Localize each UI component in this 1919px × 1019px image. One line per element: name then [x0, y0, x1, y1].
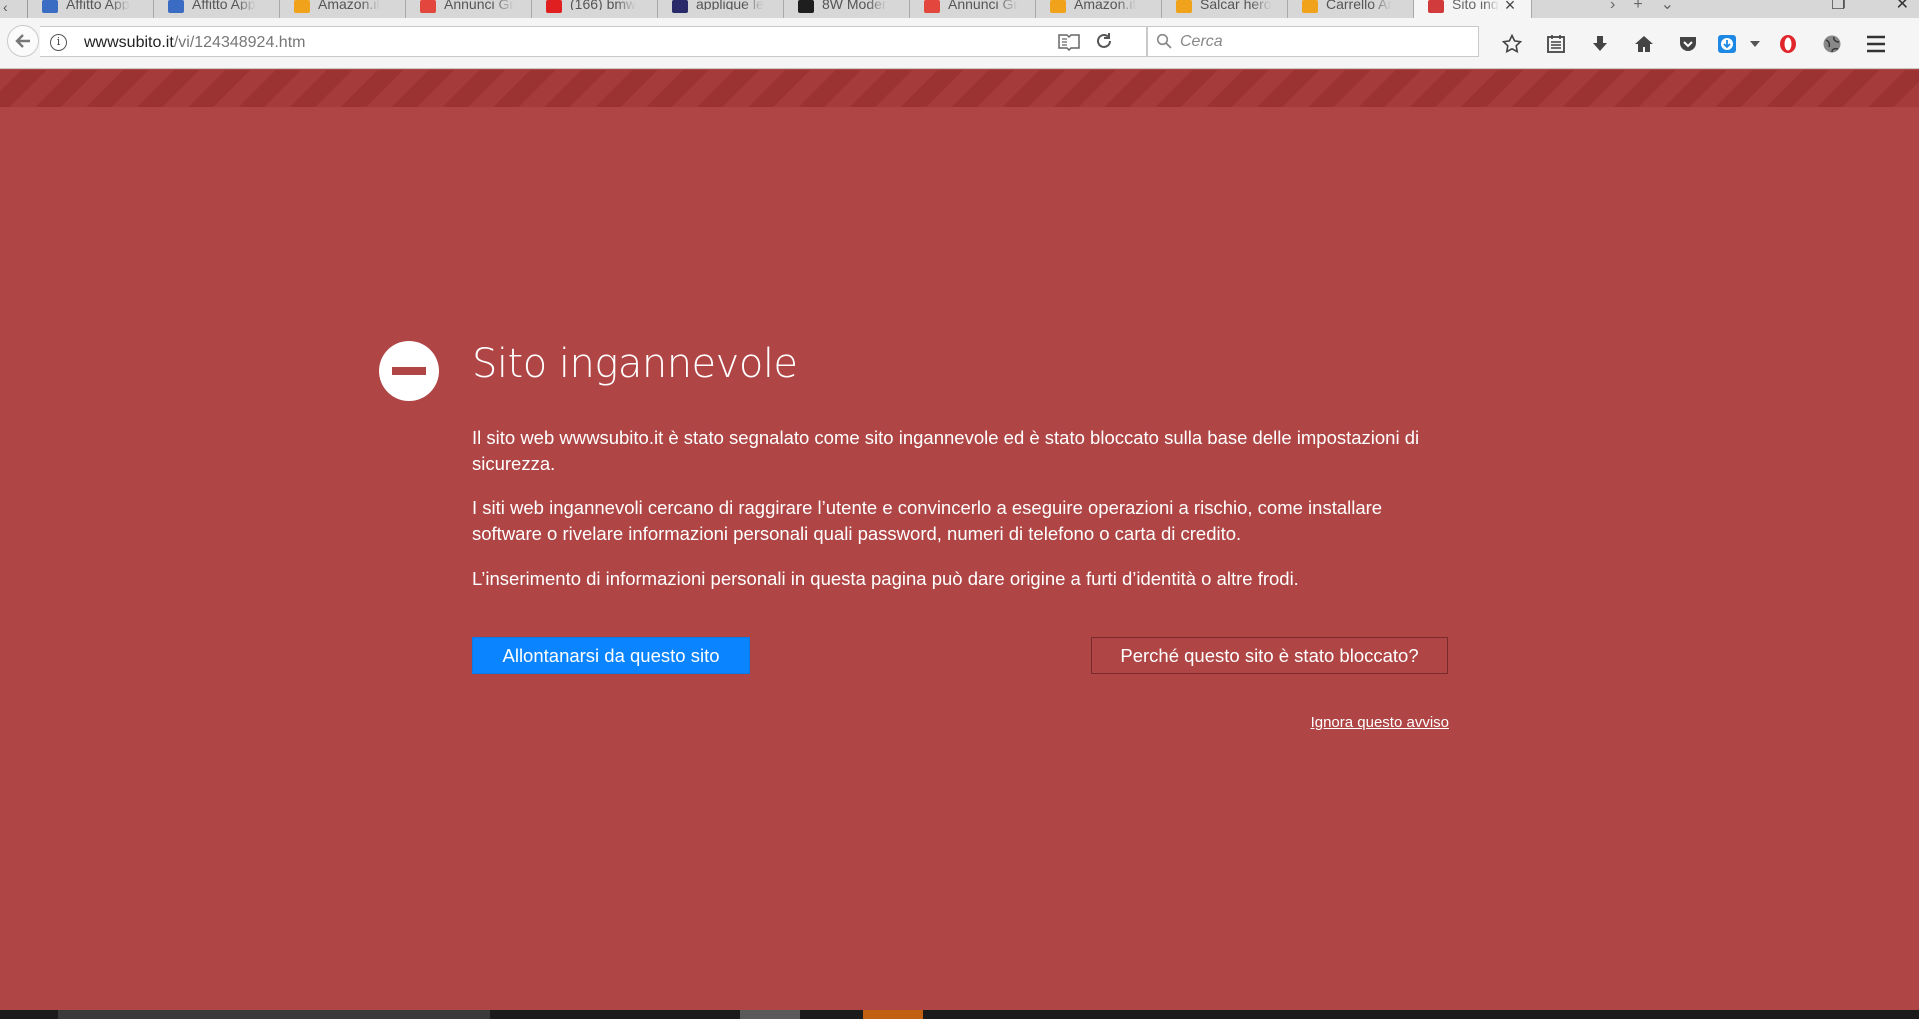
url-path: /vi/124348924.htm — [173, 34, 306, 51]
close-window-icon[interactable]: ✕ — [1896, 0, 1909, 18]
tab[interactable]: Affitto App — [154, 0, 280, 18]
blocked-icon — [379, 341, 439, 401]
tab-favicon-icon — [798, 0, 814, 13]
tab-label: Sito ing — [1452, 0, 1499, 10]
search-input[interactable] — [1180, 30, 1470, 54]
search-bar[interactable] — [1147, 26, 1479, 57]
url-bar[interactable]: i wwwsubito.it/vi/124348924.htm — [40, 26, 1147, 57]
tab-label: (166) bmw — [570, 0, 637, 10]
tab[interactable]: Affitto App — [28, 0, 154, 18]
tab-label: 8W Moder — [822, 0, 887, 10]
taskbar-item[interactable] — [740, 1010, 800, 1019]
dropdown-icon[interactable] — [1744, 31, 1766, 57]
tab[interactable]: Annunci Gr — [406, 0, 532, 18]
url-text[interactable]: wwwsubito.it/vi/124348924.htm — [84, 34, 305, 52]
tab-favicon-icon — [1428, 0, 1444, 13]
taskbar-item[interactable] — [863, 1010, 923, 1019]
tab-favicon-icon — [924, 0, 940, 13]
restore-window-icon[interactable]: ❐ — [1831, 0, 1845, 18]
tab-favicon-icon — [1302, 0, 1318, 13]
site-info-icon[interactable]: i — [50, 34, 67, 51]
tab-scroll-right-icon[interactable]: › — [1610, 0, 1615, 18]
tab-favicon-icon — [294, 0, 310, 13]
navigation-toolbar: i wwwsubito.it/vi/124348924.htm — [0, 18, 1919, 69]
tab-label: Annunci Gr — [948, 0, 1019, 10]
tab-label: Salcar hero — [1200, 0, 1272, 10]
tab[interactable]: Amazon.it — [1036, 0, 1162, 18]
tab-close-icon[interactable]: × — [1505, 0, 1516, 14]
globe-icon[interactable] — [1810, 31, 1854, 57]
warning-paragraph: I siti web ingannevoli cercano di raggir… — [472, 497, 1383, 544]
back-arrow-icon — [15, 34, 30, 48]
opera-icon[interactable] — [1766, 31, 1810, 57]
new-tab-icon[interactable]: + — [1633, 0, 1642, 18]
tab-favicon-icon — [420, 0, 436, 13]
home-icon[interactable] — [1622, 31, 1666, 57]
taskbar-item[interactable] — [58, 1010, 490, 1019]
tab-label: Affitto App — [192, 0, 256, 10]
tab[interactable]: 8W Moder — [784, 0, 910, 18]
url-domain: wwwsubito.it — [84, 34, 174, 51]
tab[interactable]: Carrello Ar — [1288, 0, 1414, 18]
bookmark-star-icon[interactable] — [1490, 31, 1534, 57]
toolbar-icons — [1490, 31, 1898, 57]
tab-favicon-icon — [546, 0, 562, 13]
tab[interactable]: applique le — [658, 0, 784, 18]
tab-label: Amazon.it — [1074, 0, 1137, 10]
tab-favicon-icon — [672, 0, 688, 13]
menu-icon[interactable] — [1854, 31, 1898, 57]
tab-favicon-icon — [1050, 0, 1066, 13]
tab-label: applique le — [696, 0, 764, 10]
tab[interactable]: (166) bmw — [532, 0, 658, 18]
back-button[interactable] — [7, 25, 39, 57]
window-controls: ❐ ✕ — [1831, 0, 1909, 18]
reading-list-icon[interactable] — [1534, 31, 1578, 57]
warning-paragraph: L’inserimento di informazioni personali … — [472, 568, 1299, 589]
tab-favicon-icon — [42, 0, 58, 13]
tab-active[interactable]: Sito ing × — [1414, 0, 1532, 18]
tab-label: Affitto App — [66, 0, 130, 10]
download-icon[interactable] — [1578, 31, 1622, 57]
tab-label: Amazon.it — [318, 0, 381, 10]
warning-stripe — [0, 70, 1919, 107]
extension-download-icon[interactable] — [1710, 31, 1744, 57]
why-blocked-button[interactable]: Perché questo sito è stato bloccato? — [1091, 637, 1448, 674]
tab-strip-controls: › + ⌄ — [1610, 0, 1674, 18]
tab[interactable]: Amazon.it — [280, 0, 406, 18]
ignore-warning-link[interactable]: Ignora questo avviso — [1311, 714, 1449, 731]
reader-view-icon[interactable] — [1058, 33, 1080, 52]
warning-paragraph: Il sito web wwwsubito.it è stato segnala… — [472, 427, 1420, 474]
reload-icon[interactable] — [1094, 31, 1116, 53]
tab-label: Annunci Gr — [444, 0, 515, 10]
taskbar — [0, 1010, 1919, 1019]
tab-list: Affitto App Affitto App Amazon.it Annunci G… — [28, 0, 1532, 18]
page-title: Sito ingannevole — [472, 341, 798, 387]
tab-scroll-left-icon[interactable]: ‹ — [0, 0, 28, 18]
search-icon — [1156, 33, 1172, 49]
tab-label: Carrello Ar — [1326, 0, 1393, 10]
tab[interactable]: Annunci Gr — [910, 0, 1036, 18]
tab[interactable]: Salcar hero — [1162, 0, 1288, 18]
tab-favicon-icon — [1176, 0, 1192, 13]
tab-list-dropdown-icon[interactable]: ⌄ — [1661, 0, 1674, 18]
leave-site-button[interactable]: Allontanarsi da questo sito — [472, 637, 750, 674]
tab-favicon-icon — [168, 0, 184, 13]
tab-strip: ‹ Affitto App Affitto App Amazon.it Annunci… — [0, 0, 1919, 18]
pocket-icon[interactable] — [1666, 31, 1710, 57]
